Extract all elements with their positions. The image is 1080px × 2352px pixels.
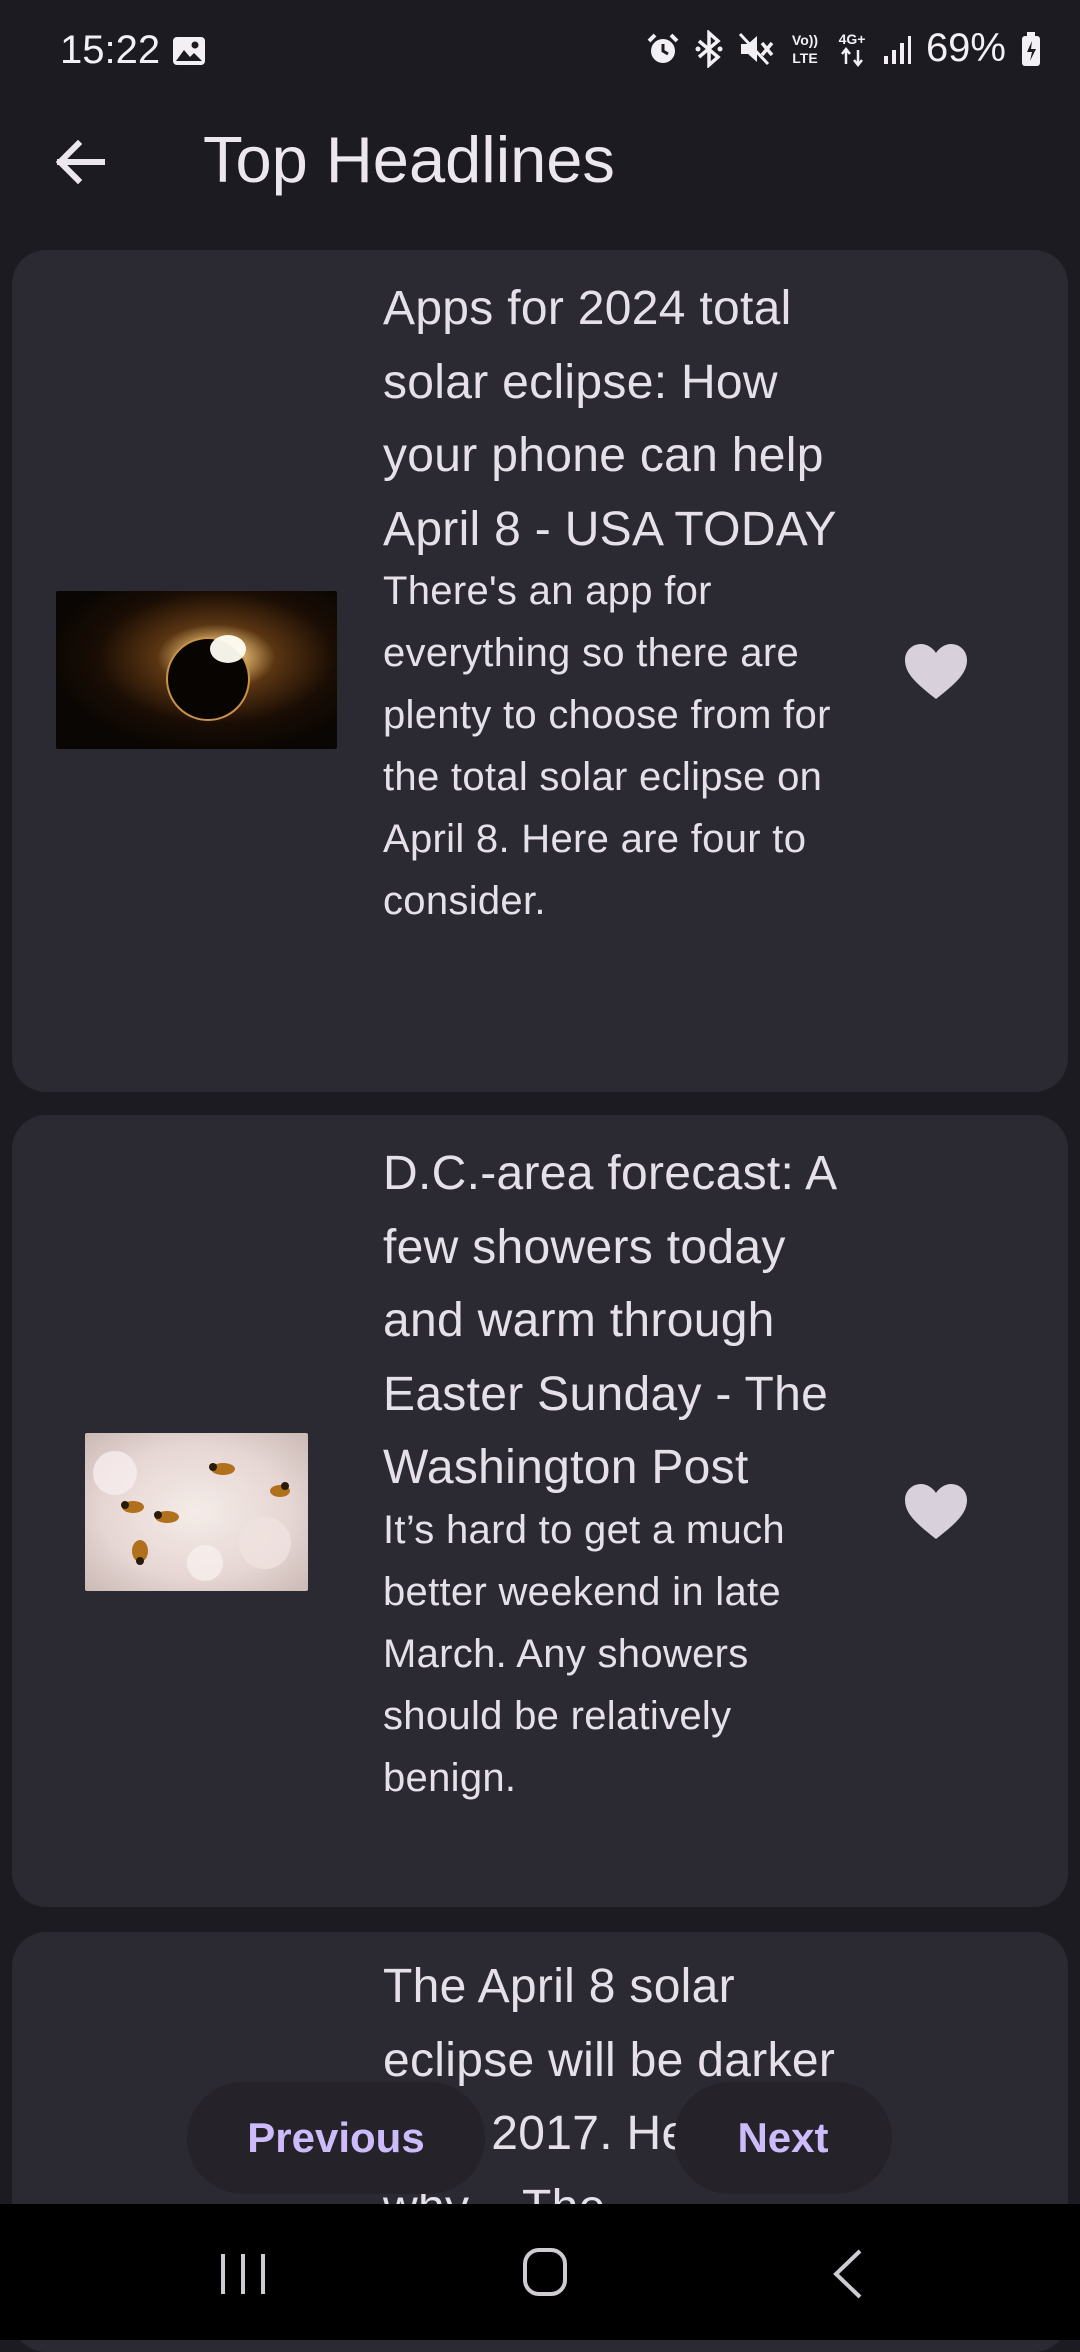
navigation-bar — [0, 2204, 1080, 2340]
next-button[interactable]: Next — [674, 2082, 892, 2194]
article-text: Apps for 2024 total solar eclipse: How y… — [383, 272, 843, 932]
bluetooth-icon — [695, 29, 723, 68]
bees-blossoms-photo — [85, 1433, 308, 1591]
recents-icon[interactable] — [219, 2252, 267, 2296]
article-description: It’s hard to get a much better weekend i… — [383, 1507, 785, 1800]
home-icon[interactable] — [522, 2247, 568, 2297]
previous-button[interactable]: Previous — [187, 2082, 485, 2194]
4g-icon: 4G+ — [839, 31, 866, 67]
arrow-back-icon[interactable] — [48, 130, 112, 194]
back-icon[interactable] — [830, 2248, 866, 2300]
signal-icon — [883, 35, 911, 64]
article-card[interactable]: Apps for 2024 total solar eclipse: How y… — [12, 250, 1068, 1092]
app-bar: Top Headlines — [0, 100, 1080, 250]
status-time: 15:22 — [60, 28, 161, 72]
heart-icon[interactable] — [905, 644, 967, 700]
article-title: D.C.-area forecast: A few showers today … — [383, 1147, 835, 1494]
article-description: There's an app for everything so there a… — [383, 569, 831, 923]
volte-icon: Vo)) LTE — [792, 32, 818, 66]
gallery-icon — [173, 37, 205, 65]
article-text: D.C.-area forecast: A few showers today … — [383, 1137, 843, 1809]
svg-text:4G+: 4G+ — [839, 31, 866, 47]
svg-text:Vo)): Vo)) — [792, 32, 818, 48]
svg-text:LTE: LTE — [792, 50, 817, 66]
solar-eclipse-photo — [56, 591, 337, 749]
article-card[interactable]: D.C.-area forecast: A few showers today … — [12, 1115, 1068, 1907]
status-bar: 15:22 Vo)) LTE 4G+ 69% — [0, 0, 1080, 100]
battery-icon — [1022, 31, 1040, 66]
page-title: Top Headlines — [203, 123, 615, 196]
status-icons: Vo)) LTE 4G+ 69% — [646, 26, 1042, 71]
heart-icon[interactable] — [905, 1484, 967, 1540]
battery-percentage: 69% — [925, 26, 1006, 70]
mute-icon — [738, 32, 774, 65]
alarm-icon — [647, 33, 679, 63]
article-title: Apps for 2024 total solar eclipse: How y… — [383, 282, 837, 556]
